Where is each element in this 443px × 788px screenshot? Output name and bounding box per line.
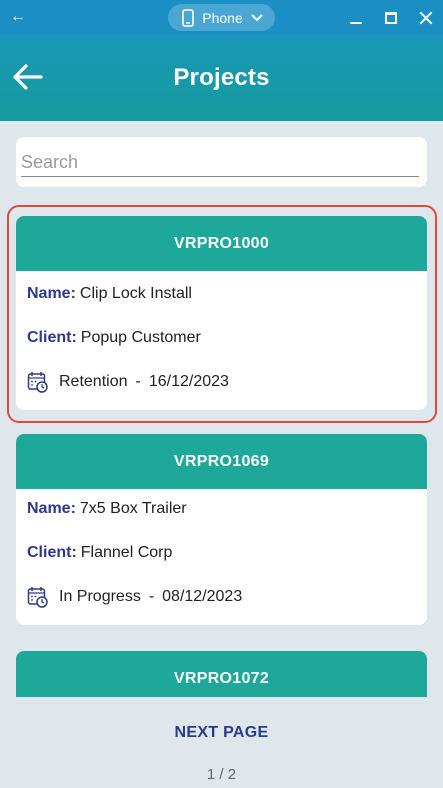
project-name: 7x5 Box Trailer bbox=[79, 500, 187, 517]
chevron-down-icon bbox=[251, 13, 263, 21]
search-input[interactable] bbox=[21, 149, 419, 177]
name-label: Name: bbox=[27, 500, 76, 517]
project-name-row: Name: Clip Lock Install bbox=[27, 272, 416, 316]
back-arrow-icon[interactable] bbox=[12, 63, 44, 91]
client-label: Client: bbox=[27, 329, 77, 346]
project-code: VRPRO1072 bbox=[16, 651, 427, 697]
client-label: Client: bbox=[27, 544, 77, 561]
name-label: Name: bbox=[27, 285, 76, 302]
project-client: Popup Customer bbox=[80, 329, 201, 346]
project-code: VRPRO1069 bbox=[16, 434, 427, 489]
project-status: In Progress bbox=[59, 588, 141, 605]
project-card[interactable]: VRPRO1000 Name: Clip Lock Install Client… bbox=[16, 216, 427, 410]
device-label: Phone bbox=[202, 9, 243, 26]
project-status-row: Retention - 16/12/2023 bbox=[27, 360, 416, 404]
window-titlebar: ← Phone bbox=[0, 0, 443, 35]
project-status-row: In Progress - 08/12/2023 bbox=[27, 575, 416, 619]
calendar-clock-icon bbox=[27, 587, 48, 608]
project-name: Clip Lock Install bbox=[79, 285, 192, 302]
project-client-row: Client: Flannel Corp bbox=[27, 531, 416, 575]
window-back-icon[interactable]: ← bbox=[10, 8, 26, 26]
project-date: 16/12/2023 bbox=[148, 373, 229, 390]
project-card[interactable]: VRPRO1069 Name: 7x5 Box Trailer Client: … bbox=[16, 434, 427, 625]
page-indicator: 1 / 2 bbox=[206, 766, 237, 783]
app-header: Projects bbox=[0, 35, 443, 121]
calendar-clock-icon bbox=[27, 372, 48, 393]
project-client-row: Client: Popup Customer bbox=[27, 316, 416, 360]
project-name-row: Name: 7x5 Box Trailer bbox=[27, 487, 416, 531]
project-date: 08/12/2023 bbox=[162, 588, 243, 605]
phone-icon bbox=[182, 8, 195, 27]
project-list[interactable]: VRPRO1000 Name: Clip Lock Install Client… bbox=[0, 200, 443, 697]
next-page-button[interactable]: NEXT PAGE bbox=[0, 718, 443, 748]
close-icon[interactable] bbox=[419, 11, 433, 25]
project-client: Flannel Corp bbox=[80, 544, 173, 561]
project-code: VRPRO1000 bbox=[16, 216, 427, 271]
page-title: Projects bbox=[173, 64, 270, 91]
status-separator: - bbox=[135, 373, 141, 390]
maximize-icon[interactable] bbox=[385, 11, 397, 24]
search-container bbox=[16, 137, 427, 187]
project-card[interactable]: VRPRO1072 bbox=[16, 651, 427, 697]
project-status: Retention bbox=[59, 373, 128, 390]
status-separator: - bbox=[148, 588, 155, 605]
device-selector[interactable]: Phone bbox=[168, 4, 275, 31]
minimize-icon[interactable] bbox=[349, 11, 363, 25]
window-controls bbox=[349, 0, 433, 35]
